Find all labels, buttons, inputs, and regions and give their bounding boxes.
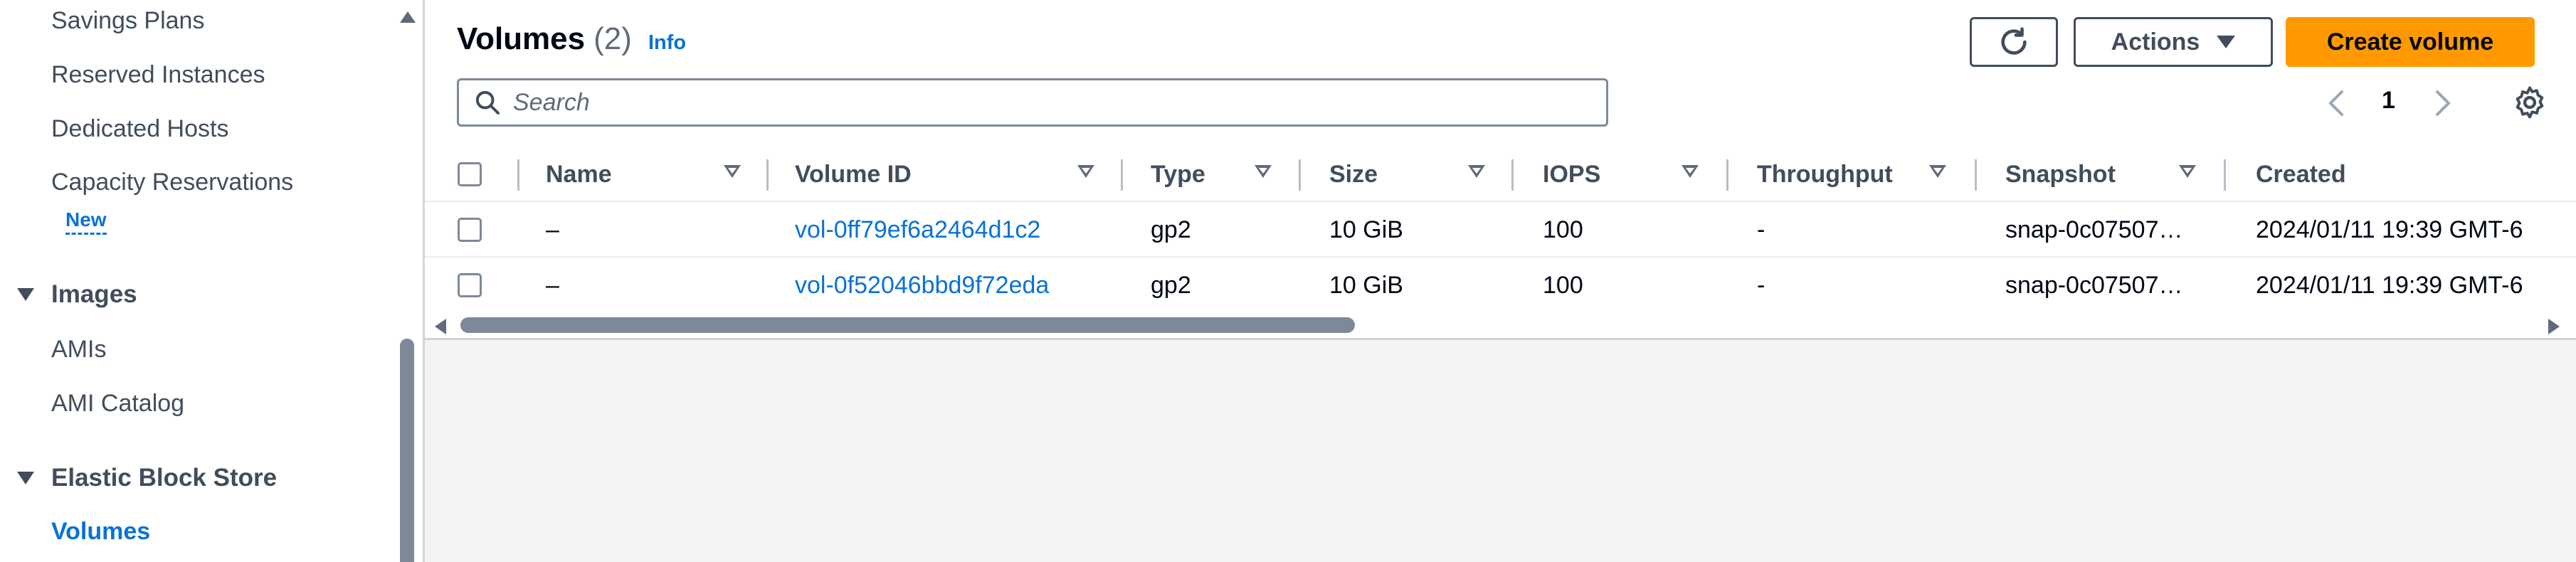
cell-type: gp2 <box>1151 216 1191 243</box>
sidebar-section-images[interactable]: Images <box>17 280 137 309</box>
sidebar-section-label: Images <box>51 280 137 308</box>
sidebar: Savings Plans Reserved Instances Dedicat… <box>0 0 425 562</box>
sidebar-item-ami-catalog[interactable]: AMI Catalog <box>51 390 184 418</box>
search-input[interactable] <box>513 88 1580 117</box>
create-volume-button[interactable]: Create volume <box>2286 17 2535 67</box>
scroll-left-arrow-icon[interactable] <box>435 319 446 334</box>
column-divider[interactable] <box>766 159 769 191</box>
sidebar-item-dedicated-hosts[interactable]: Dedicated Hosts <box>51 115 228 143</box>
page-number[interactable]: 1 <box>2382 87 2395 115</box>
cell-volume-id-link[interactable]: vol-0f52046bbd9f72eda <box>795 258 1049 312</box>
select-all-checkbox[interactable] <box>458 162 482 186</box>
sidebar-item-savings-plans[interactable]: Savings Plans <box>51 7 204 35</box>
column-divider[interactable] <box>1511 159 1514 191</box>
cell-iops: 100 <box>1543 216 1583 243</box>
cell-throughput: - <box>1757 216 1765 243</box>
actions-label: Actions <box>2111 28 2200 55</box>
sidebar-item-amis[interactable]: AMIs <box>51 336 106 364</box>
sort-icon[interactable] <box>1468 165 1485 178</box>
cell-snapshot: snap-0c07507… <box>2005 216 2183 243</box>
sort-icon[interactable] <box>1929 165 1946 178</box>
row-checkbox[interactable] <box>458 273 482 297</box>
refresh-icon <box>2001 27 2027 55</box>
sidebar-item-volumes[interactable]: Volumes <box>51 518 150 546</box>
next-page-button[interactable] <box>2429 85 2457 121</box>
search-box[interactable] <box>457 78 1608 127</box>
cell-throughput: - <box>1757 271 1765 299</box>
column-header-volume-id[interactable]: Volume ID <box>795 147 912 202</box>
horizontal-scrollbar[interactable] <box>425 313 2576 339</box>
sort-icon[interactable] <box>1682 165 1699 178</box>
sidebar-section-label: Elastic Block Store <box>51 464 278 492</box>
dropdown-arrow-icon <box>2217 36 2236 48</box>
table-row[interactable]: – vol-0f52046bbd9f72eda gp2 10 GiB 100 -… <box>425 258 2576 312</box>
sort-icon[interactable] <box>1077 165 1094 178</box>
chevron-left-icon <box>2328 90 2343 116</box>
cell-volume-id-link[interactable]: vol-0ff79ef6a2464d1c2 <box>795 202 1040 258</box>
column-divider[interactable] <box>2224 159 2226 191</box>
horizontal-scrollbar-thumb[interactable] <box>460 317 1355 333</box>
cell-type: gp2 <box>1151 271 1191 299</box>
column-header-snapshot[interactable]: Snapshot <box>2005 147 2116 202</box>
new-badge[interactable]: New <box>65 208 107 235</box>
caret-down-icon <box>17 288 34 301</box>
column-header-throughput[interactable]: Throughput <box>1757 147 1893 202</box>
cell-size: 10 GiB <box>1329 216 1403 243</box>
info-link[interactable]: Info <box>648 31 686 55</box>
column-divider[interactable] <box>1975 159 1977 191</box>
volumes-panel: Volumes (2) Info Actions Create volume S… <box>425 0 2576 340</box>
cell-created: 2024/01/11 19:39 GMT-6 <box>2256 271 2523 299</box>
column-divider[interactable] <box>1121 159 1123 191</box>
preferences-button[interactable] <box>2511 84 2548 121</box>
main-content: Volumes (2) Info Actions Create volume S… <box>425 0 2576 562</box>
page-title-text: Volumes <box>457 21 586 56</box>
sort-icon[interactable] <box>2179 165 2196 178</box>
refresh-button[interactable] <box>1970 17 2058 67</box>
cell-created: 2024/01/11 19:39 GMT-6 <box>2256 216 2523 243</box>
column-header-iops[interactable]: IOPS <box>1543 147 1600 202</box>
page-title: Volumes (2) <box>457 21 632 57</box>
volumes-table: Name Volume ID Type Size IOPS Throughput <box>425 147 2576 312</box>
sidebar-item-capacity-reservations[interactable]: Capacity Reservations <box>51 169 293 196</box>
cell-name: – <box>546 216 559 243</box>
actions-dropdown-button[interactable]: Actions <box>2074 17 2273 67</box>
volume-count: (2) <box>593 21 632 56</box>
column-header-size[interactable]: Size <box>1329 147 1378 202</box>
row-checkbox[interactable] <box>458 218 482 242</box>
column-header-created[interactable]: Created <box>2256 147 2346 202</box>
search-icon <box>475 90 500 115</box>
sidebar-item-reserved-instances[interactable]: Reserved Instances <box>51 61 265 89</box>
caret-down-icon <box>17 472 34 484</box>
column-header-name[interactable]: Name <box>546 147 612 202</box>
sidebar-scrollbar-thumb[interactable] <box>400 339 414 562</box>
column-divider[interactable] <box>1726 159 1728 191</box>
cell-snapshot: snap-0c07507… <box>2005 271 2183 299</box>
table-header-row: Name Volume ID Type Size IOPS Throughput <box>425 147 2576 202</box>
chevron-right-icon <box>2436 90 2451 116</box>
scroll-up-arrow-icon[interactable] <box>400 11 416 23</box>
scroll-right-arrow-icon[interactable] <box>2548 319 2560 334</box>
cell-name: – <box>546 271 559 299</box>
column-divider <box>517 159 519 191</box>
column-header-type[interactable]: Type <box>1151 147 1205 202</box>
gear-icon <box>2516 86 2544 119</box>
table-row[interactable]: – vol-0ff79ef6a2464d1c2 gp2 10 GiB 100 -… <box>425 202 2576 258</box>
sort-icon[interactable] <box>724 165 741 178</box>
sidebar-section-elastic-block-store[interactable]: Elastic Block Store <box>17 464 277 492</box>
cell-iops: 100 <box>1543 271 1583 299</box>
cell-size: 10 GiB <box>1329 271 1403 299</box>
sort-icon[interactable] <box>1255 165 1272 178</box>
previous-page-button[interactable] <box>2322 85 2350 121</box>
column-divider[interactable] <box>1299 159 1301 191</box>
